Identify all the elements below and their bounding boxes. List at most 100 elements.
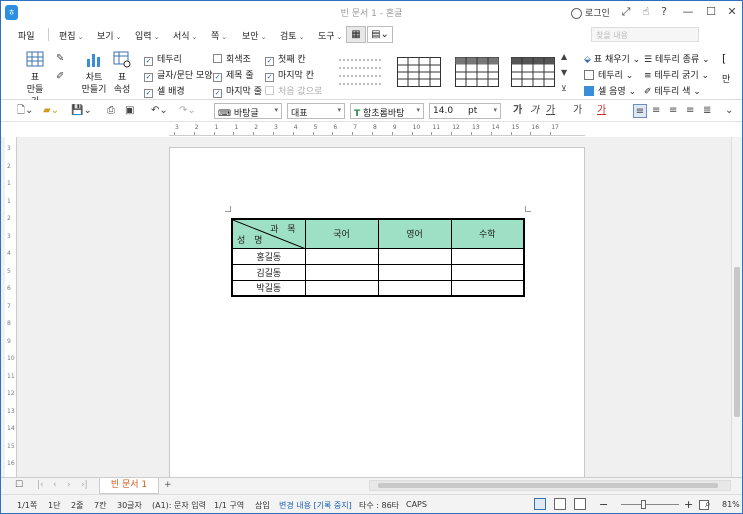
table-layout-tab[interactable]: ▤⌄ [367, 26, 393, 43]
align-center-icon[interactable]: ≡ [669, 104, 677, 118]
border-color-button[interactable]: ✐ 테두리 색 ⌄ [644, 84, 701, 97]
table-cell[interactable] [304, 247, 379, 265]
menu-page[interactable]: 쪽 ⌄ [211, 29, 227, 42]
zoom-slider[interactable] [621, 500, 679, 509]
char-para-shape-checkbox[interactable]: ✓ 글자/문단 모양 [144, 68, 213, 82]
toolbar-more-icon[interactable]: ⌄ [725, 104, 733, 118]
zoom-in-icon[interactable]: + [684, 498, 693, 511]
menu-security[interactable]: 보안 ⌄ [242, 29, 266, 42]
style-select[interactable]: ⌨ 바탕글 ▾ [214, 103, 282, 119]
tab-document-1[interactable]: 빈 문서 1 [99, 478, 159, 494]
scrollbar-thumb[interactable] [378, 483, 718, 488]
table-style-grid-2[interactable] [448, 50, 504, 92]
student-name-cell[interactable]: 홍길동 [231, 247, 306, 265]
page-view-icon[interactable] [534, 498, 546, 510]
table-header-cell[interactable]: 영어 [377, 218, 452, 249]
border-width-button[interactable]: ≡ 테두리 굵기 ⌄ [644, 68, 709, 81]
underline-button[interactable]: 가 [546, 104, 555, 118]
status-insert[interactable]: 삽입 [255, 500, 270, 511]
grayscale-checkbox[interactable]: 회색조 [213, 52, 251, 65]
table-style-grid-3[interactable] [504, 50, 560, 92]
menu-input[interactable]: 입력 ⌄ [135, 29, 159, 42]
maximize-icon[interactable]: ☐ [704, 5, 718, 19]
status-track-changes[interactable]: 변경 내용 [기록 중지] [279, 500, 352, 511]
italic-button[interactable]: 가 [530, 104, 539, 118]
cell-bg-checkbox[interactable]: ✓ 셀 배경 [144, 84, 185, 98]
title-row-checkbox[interactable]: ✓ 제목 줄 [213, 68, 254, 82]
diagonal-header-cell[interactable]: 과 목 성 명 [231, 218, 306, 249]
align-right-icon[interactable]: ≡ [686, 104, 694, 118]
borders-button[interactable]: 테두리 ⌄ [584, 68, 633, 81]
zoom-level[interactable]: 81% [722, 500, 740, 509]
last-tab-icon[interactable]: ›| [81, 480, 88, 490]
first-tab-icon[interactable]: |‹ [37, 480, 44, 490]
menu-tools[interactable]: 도구 ⌄ [318, 29, 342, 42]
last-col-checkbox[interactable]: ✓ 마지막 칸 [265, 68, 314, 82]
table-cell[interactable] [450, 263, 525, 281]
print-icon[interactable]: ⎙ [107, 104, 115, 118]
close-icon[interactable]: ✕ [725, 5, 739, 19]
edit-table-icon[interactable]: ✎ [56, 52, 64, 66]
scroll-down-icon[interactable]: ▼ [561, 66, 567, 80]
redo-icon[interactable]: ↷⌄ [179, 104, 196, 118]
next-tab-icon[interactable]: › [67, 480, 71, 490]
web-view-icon[interactable] [574, 498, 586, 510]
horizontal-ruler[interactable]: 3 2 1 1 2 3 4 5 6 7 8 9 10 11 12 13 14 15 16 17 [169, 123, 585, 136]
align-distribute-icon[interactable]: ≣ [703, 104, 711, 118]
table-cell[interactable] [377, 279, 452, 297]
minimize-icon[interactable]: — [681, 5, 695, 19]
last-row-checkbox[interactable]: ✓ 마지막 줄 [213, 84, 262, 98]
font-color-button[interactable]: 가 [597, 104, 606, 118]
draw-table-icon[interactable]: ✐ [56, 70, 64, 84]
font-select[interactable]: T 함초롬바탕 ▾ [350, 103, 424, 119]
tab-list-icon[interactable]: ☐ [15, 480, 23, 490]
table-cell[interactable] [377, 247, 452, 265]
bold-button[interactable]: 가 [513, 104, 522, 118]
align-justify-icon[interactable]: ≡ [633, 104, 647, 118]
first-col-checkbox[interactable]: ✓ 첫째 칸 [265, 52, 306, 66]
zoom-out-icon[interactable]: − [599, 498, 608, 511]
table-style-grid[interactable] [390, 50, 446, 92]
menu-file[interactable]: 파일 [18, 29, 35, 42]
border-type-button[interactable]: ☰ 테두리 종류 ⌄ [644, 52, 710, 65]
menu-review[interactable]: 검토 ⌄ [280, 29, 304, 42]
undo-icon[interactable]: ↶⌄ [151, 104, 168, 118]
scroll-up-icon[interactable]: ▲ [561, 50, 567, 64]
table-properties-button[interactable]: 표 속성 [111, 50, 133, 96]
student-name-cell[interactable]: 박길동 [231, 279, 306, 297]
table-cell[interactable] [304, 279, 379, 297]
superscript-button[interactable]: 가 [573, 104, 582, 118]
student-name-cell[interactable]: 김길동 [231, 263, 306, 281]
border-checkbox[interactable]: ✓ 테두리 [144, 52, 182, 66]
horizontal-scrollbar[interactable] [369, 480, 731, 491]
fullscreen-icon[interactable]: ⤢ [619, 5, 633, 19]
document-page[interactable]: 과 목 성 명 국어 영어 수학 홍길동 김길동 박길동 [169, 147, 585, 479]
preview-icon[interactable]: ▣ [125, 104, 134, 118]
table-fill-button[interactable]: ⬙ 표 채우기 ⌄ [584, 52, 640, 65]
help-icon[interactable]: ? [657, 5, 671, 19]
prev-tab-icon[interactable]: ‹ [53, 480, 57, 490]
represent-select[interactable]: 대표 ▾ [287, 103, 345, 119]
new-doc-icon[interactable]: 🗋⌄ [17, 104, 33, 118]
add-tab-button[interactable]: + [164, 480, 172, 490]
more-bracket-icon[interactable]: [ [722, 52, 726, 65]
vertical-ruler[interactable]: 3 2 1 1 2 3 4 5 6 7 8 9 10 11 12 13 14 15 16 [5, 137, 17, 477]
search-input[interactable]: 찾을 내용 [591, 27, 699, 42]
table-header-cell[interactable]: 수학 [450, 218, 525, 249]
multi-page-view-icon[interactable] [554, 498, 566, 510]
table-cell[interactable] [304, 263, 379, 281]
menu-format[interactable]: 서식 ⌄ [173, 29, 197, 42]
insert-chart-button[interactable]: 차트 만들기 [81, 50, 107, 96]
font-size-select[interactable]: 14.0 pt ▾ [429, 103, 501, 119]
zoom-search-icon[interactable]: ⌕ [705, 499, 711, 510]
table-design-tab[interactable]: ▦ [346, 26, 366, 43]
align-left-icon[interactable]: ≡ [652, 104, 660, 118]
open-folder-icon[interactable]: ▰⌄ [43, 104, 59, 118]
menu-edit[interactable]: 편집 ⌄ [59, 29, 83, 42]
cell-shading-button[interactable]: 셀 음영 ⌄ [584, 84, 636, 97]
more-button[interactable]: 만 [722, 72, 730, 85]
table-style-none[interactable] [332, 50, 388, 92]
table-header-cell[interactable]: 국어 [304, 218, 379, 249]
save-icon[interactable]: 💾⌄ [71, 104, 92, 118]
expand-styles-icon[interactable]: ⊻ [561, 82, 567, 96]
